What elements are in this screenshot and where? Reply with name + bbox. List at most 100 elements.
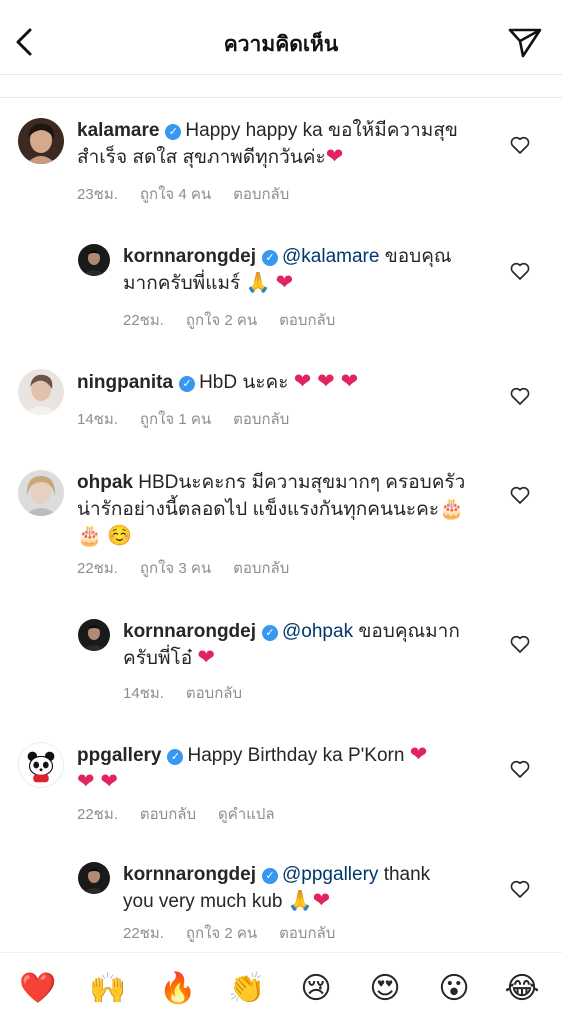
verified-badge-icon: ✓ — [167, 749, 184, 765]
raising-hands-emoji-button[interactable]: 🙌 — [88, 971, 128, 1007]
comment-body-line2: มากครับพี่แมร์ — [123, 273, 246, 294]
comment-body: HBDนะคะกร มีความสุขมากๆ ครอบครัว — [138, 472, 466, 493]
comment-text: kalamare ✓ Happy happy ka ขอให้มีความสุข ส… — [77, 118, 497, 171]
comment-text: kornnarongdej ✓ @ohpak ขอบคุณมาก ครับพี่โอ… — [123, 619, 483, 672]
comment-body-line2: สำเร็จ สดใส สุขภาพดีทุกวันค่ะ — [77, 147, 326, 168]
crying-emoji-button[interactable]: 😢 — [296, 971, 336, 1007]
timestamp: 14ชม. — [77, 411, 118, 428]
like-heart-icon[interactable] — [510, 262, 530, 280]
username[interactable]: kornnarongdej — [123, 864, 256, 885]
username[interactable]: kornnarongdej — [123, 621, 256, 642]
verified-badge-icon: ✓ — [262, 625, 279, 641]
likes-count[interactable]: ถูกใจ 2 คน — [186, 312, 257, 329]
red-heart-emoji: ❤ — [275, 271, 294, 294]
timestamp: 14ชม. — [123, 685, 164, 702]
reply-button[interactable]: ตอบกลับ — [233, 560, 289, 577]
see-translation-button[interactable]: ดูคำแปล — [218, 806, 275, 823]
comment-text: ningpanita ✓ HbD นะคะ ❤ ❤ ❤ — [77, 369, 497, 396]
likes-count[interactable]: ถูกใจ 3 คน — [140, 560, 211, 577]
birthday-cake-emoji: 🎂 — [439, 498, 464, 520]
reply-button[interactable]: ตอบกลับ — [233, 411, 289, 428]
avatar[interactable] — [18, 742, 64, 788]
laughing-emoji-button[interactable]: 😂 — [502, 971, 542, 1007]
comment-body: Happy happy ka ขอให้มีความสุข — [185, 120, 458, 141]
send-icon[interactable] — [506, 24, 544, 60]
reply-button[interactable]: ตอบกลับ — [279, 312, 335, 329]
mention-link[interactable]: @kalamare — [282, 246, 379, 267]
username[interactable]: kornnarongdej — [123, 246, 256, 267]
red-heart-emoji: ❤ — [312, 889, 331, 912]
avatar[interactable] — [18, 118, 64, 164]
red-heart-emoji: ❤ — [197, 646, 216, 669]
red-heart-emoji: ❤ — [325, 145, 344, 168]
header-divider — [0, 74, 562, 75]
like-heart-icon[interactable] — [510, 486, 530, 504]
like-heart-icon[interactable] — [510, 760, 530, 778]
verified-badge-icon: ✓ — [262, 868, 279, 884]
comment-meta: 23ชม. ถูกใจ 4 คน ตอบกลับ — [77, 182, 311, 206]
comment-meta: 14ชม. ตอบกลับ — [123, 681, 264, 705]
heart-emoji-button[interactable]: ❤️ — [18, 971, 58, 1007]
red-heart-emoji: ❤ ❤ ❤ — [293, 370, 359, 393]
comment-body: ขอบคุณ — [379, 246, 452, 267]
timestamp: 22ชม. — [77, 560, 118, 577]
likes-count[interactable]: ถูกใจ 2 คน — [186, 925, 257, 942]
comment-body: thank — [378, 864, 431, 885]
mention-link[interactable]: @ppgallery — [282, 864, 378, 885]
likes-count[interactable]: ถูกใจ 1 คน — [140, 411, 211, 428]
likes-count[interactable]: ถูกใจ 4 คน — [140, 186, 211, 203]
like-heart-icon[interactable] — [510, 136, 530, 154]
timestamp: 23ชม. — [77, 186, 118, 203]
red-heart-emoji: ❤ — [409, 743, 428, 766]
comment-meta: 22ชม. ถูกใจ 2 คน ตอบกลับ — [123, 308, 357, 332]
comment-meta: 14ชม. ถูกใจ 1 คน ตอบกลับ — [77, 407, 311, 431]
username[interactable]: ningpanita — [77, 372, 173, 393]
red-heart-emoji: ❤ ❤ — [77, 770, 119, 793]
verified-badge-icon: ✓ — [165, 124, 182, 140]
like-heart-icon[interactable] — [510, 387, 530, 405]
comment-body-line2: ครับพี่โอ๋ — [123, 648, 198, 669]
comment-text: ohpak HBDนะคะกร มีความสุขมากๆ ครอบครัว น… — [77, 470, 497, 550]
like-heart-icon[interactable] — [510, 880, 530, 898]
heart-eyes-emoji-button[interactable]: 😍 — [365, 971, 405, 1007]
reply-button[interactable]: ตอบกลับ — [279, 925, 335, 942]
avatar[interactable] — [18, 470, 64, 516]
comment-body-line2: น่ารักอย่างนี้ตลอดไป แข็งแรงกันทุกคนนะคะ — [77, 499, 440, 520]
avatar[interactable] — [78, 244, 110, 276]
timestamp: 22ชม. — [123, 312, 164, 329]
folded-hands-emoji: 🙏 — [245, 272, 271, 294]
comment-body-line2: you very much kub — [123, 891, 288, 912]
header: ความคิดเห็น — [0, 0, 562, 84]
reply-button[interactable]: ตอบกลับ — [140, 806, 196, 823]
comment-meta: 22ชม. ถูกใจ 3 คน ตอบกลับ — [77, 556, 311, 580]
verified-badge-icon: ✓ — [179, 376, 196, 392]
mention-link[interactable]: @ohpak — [282, 621, 353, 642]
comment-body: Happy Birthday ka P'Korn — [187, 745, 410, 766]
comment-meta: 22ชม. ตอบกลับ ดูคำแปล — [77, 802, 297, 826]
username[interactable]: ohpak — [77, 472, 133, 493]
avatar[interactable] — [78, 862, 110, 894]
like-heart-icon[interactable] — [510, 635, 530, 653]
folded-hands-emoji: 🙏 — [287, 890, 313, 912]
timestamp: 22ชม. — [123, 925, 164, 942]
reply-button[interactable]: ตอบกลับ — [186, 685, 242, 702]
comment-text: kornnarongdej ✓ @ppgallery thank you very … — [123, 862, 483, 915]
avatar[interactable] — [18, 369, 64, 415]
verified-badge-icon: ✓ — [262, 250, 279, 266]
birthday-cake-emoji: 🎂 — [77, 525, 102, 547]
comment-text: ppgallery ✓ Happy Birthday ka P'Korn ❤ ❤ ❤ — [77, 742, 497, 796]
caption-divider — [0, 97, 562, 98]
username[interactable]: kalamare — [77, 120, 159, 141]
username[interactable]: ppgallery — [77, 745, 161, 766]
fire-emoji-button[interactable]: 🔥 — [158, 971, 198, 1007]
emoji-reaction-bar: ❤️ 🙌 🔥 👏 😢 😍 😮 😂 — [0, 952, 562, 1025]
comment-body: ขอบคุณมาก — [353, 621, 460, 642]
comment-body: HbD นะคะ — [199, 372, 294, 393]
surprised-emoji-button[interactable]: 😮 — [434, 971, 474, 1007]
reply-button[interactable]: ตอบกลับ — [233, 186, 289, 203]
clapping-emoji-button[interactable]: 👏 — [227, 971, 267, 1007]
comment-text: kornnarongdej ✓ @kalamare ขอบคุณ มากครับพี… — [123, 244, 483, 297]
smiling-face-emoji: ☺️ — [107, 525, 133, 547]
avatar[interactable] — [78, 619, 110, 651]
page-title: ความคิดเห็น — [223, 33, 339, 56]
